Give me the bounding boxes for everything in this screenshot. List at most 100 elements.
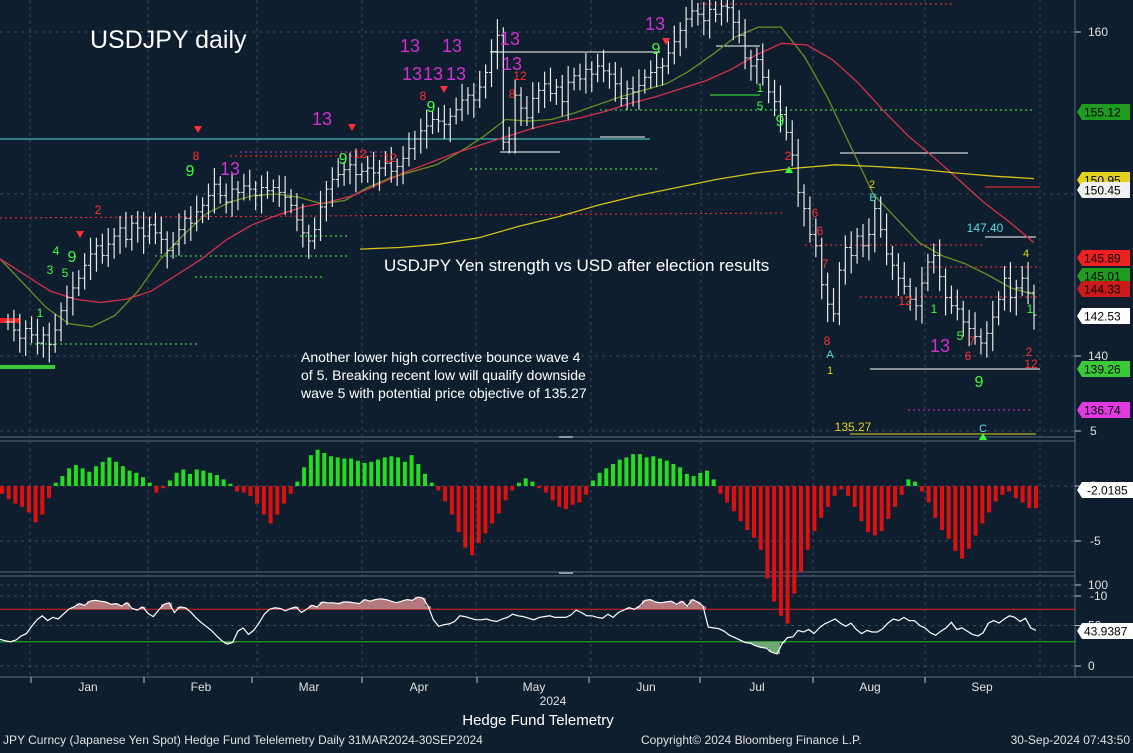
momentum-value: 43.9387: [1084, 625, 1128, 639]
oscillator-bar: [812, 486, 817, 532]
sequential-count: 5: [62, 266, 69, 280]
sequential-count: 13: [442, 36, 462, 56]
oscillator-bar: [651, 456, 656, 486]
oscillator-bar: [604, 468, 609, 486]
sequential-count: 8: [420, 89, 427, 103]
sequential-count: 13: [220, 159, 240, 179]
sequential-count: 9: [68, 249, 77, 266]
sequential-count: 6: [812, 206, 819, 220]
oscillator-bar: [33, 486, 38, 523]
oscillator-bar: [611, 464, 615, 486]
oscillator-bar: [906, 479, 911, 486]
oscillator-bar: [752, 486, 756, 538]
oscillator-bar: [872, 486, 877, 536]
oscillator-bar: [402, 461, 407, 486]
sequential-count: 2: [785, 149, 792, 163]
sequential-count: 1: [1027, 302, 1034, 316]
oscillator-bar: [362, 462, 367, 486]
oscillator-bar: [785, 486, 790, 624]
sequential-count: 12: [383, 151, 397, 165]
oscillator-bar: [832, 486, 837, 496]
price-label-text: 145.89: [1084, 252, 1121, 266]
sequential-count: 4: [53, 244, 60, 258]
sequential-count: 9: [427, 99, 436, 116]
sequential-count: 8: [193, 149, 200, 163]
sequential-count: 8: [509, 87, 516, 101]
price-label-text: 155.12: [1084, 106, 1121, 120]
oscillator-bar: [20, 486, 25, 507]
oscillator-bar: [60, 476, 65, 486]
sequential-count: 9: [975, 374, 984, 391]
sequential-count: 1: [757, 81, 764, 95]
sequential-count: 5: [957, 329, 964, 343]
oscillator-bar: [590, 480, 595, 486]
sequential-count: 13: [312, 109, 332, 129]
x-tick-label: Apr: [410, 680, 429, 694]
oscillator-bar: [617, 459, 622, 486]
x-tick-label: May: [523, 680, 546, 694]
sequential-count: 1: [931, 302, 938, 316]
sequential-count: 9: [776, 113, 785, 130]
sequential-count: 12: [1024, 357, 1038, 371]
oscillator-bar: [355, 460, 360, 486]
oscillator-bar: [134, 472, 139, 486]
oscillator-bar: [940, 486, 944, 530]
oscillator-bar: [879, 486, 884, 532]
oscillator-bar: [67, 468, 72, 486]
oscillator-bar: [94, 466, 98, 486]
oscillator-bar: [980, 486, 985, 524]
oscillator-bar: [255, 486, 260, 504]
chart-window: JanFebMarAprMayJunJulAugSep14016050-5-10…: [0, 0, 1133, 748]
oscillator-bar: [429, 482, 434, 486]
oscillator-bar: [214, 475, 219, 486]
oscillator-bar: [147, 482, 152, 486]
oscillator-bar: [987, 486, 991, 513]
oscillator-bar: [376, 459, 380, 486]
oscillator-bar: [161, 486, 166, 489]
y-tick-label: 5: [1090, 424, 1097, 438]
sequential-count: 1: [37, 306, 44, 320]
oscillator-bar: [564, 486, 568, 510]
note-line-1: Another lower high corrective bounce wav…: [301, 349, 581, 365]
oscillator-bar: [886, 486, 891, 519]
oscillator-bar: [107, 457, 112, 486]
chart-svg: JanFebMarAprMayJunJulAugSep14016050-5-10…: [0, 0, 1133, 748]
oscillator-bar: [557, 486, 562, 507]
oscillator-bar: [584, 486, 589, 495]
oscillator-bar: [389, 456, 394, 486]
oscillator-bar: [13, 486, 18, 504]
oscillator-bar: [919, 486, 924, 492]
oscillator-bar: [644, 457, 649, 486]
oscillator-bar: [1013, 486, 1018, 499]
oscillator-bar: [194, 469, 199, 486]
oscillator-bar: [671, 464, 676, 486]
sequential-count: 9: [186, 163, 195, 180]
oscillator-bar: [718, 486, 723, 494]
oscillator-bar: [490, 486, 495, 524]
oscillator-bar: [658, 458, 662, 486]
oscillator-bar: [725, 486, 730, 503]
oscillator-bar: [369, 461, 374, 486]
y-tick-label: 140: [1088, 349, 1108, 363]
oscillator-bar: [805, 486, 810, 550]
oscillator-bar: [731, 486, 736, 512]
sequential-count: 12: [898, 294, 912, 308]
oscillator-bar: [825, 486, 830, 507]
oscillator-bar: [53, 482, 58, 486]
oscillator-bar: [893, 486, 897, 507]
oscillator-bar: [1000, 486, 1005, 495]
oscillator-bar: [698, 472, 703, 486]
wave-label: 2: [869, 179, 875, 191]
oscillator-bar: [1034, 486, 1038, 509]
oscillator-bar: [819, 486, 824, 518]
sequential-count: 13: [423, 64, 443, 84]
x-tick-label: Mar: [299, 680, 320, 694]
oscillator-bar: [684, 473, 689, 486]
x-tick-label: Feb: [191, 680, 212, 694]
oscillator-bar: [953, 486, 958, 551]
oscillator-bar: [141, 477, 145, 486]
oscillator-bar: [329, 456, 333, 486]
oscillator-bar: [288, 486, 293, 494]
security-description: JPY Curncy (Japanese Yen Spot) Hedge Fun…: [3, 733, 483, 747]
oscillator-bar: [188, 473, 192, 486]
